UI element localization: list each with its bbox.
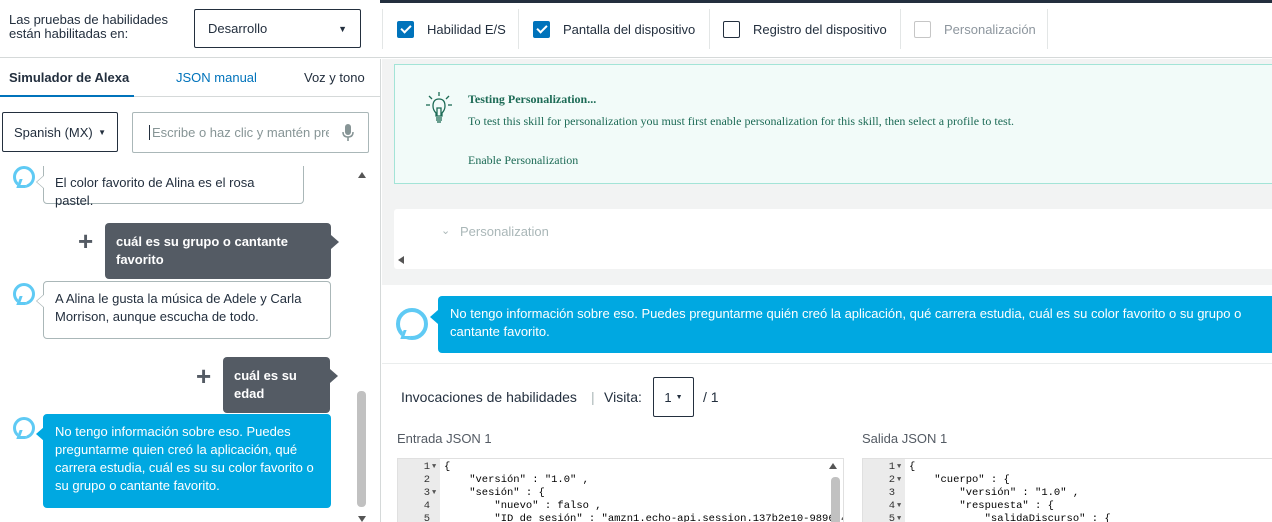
invocations-title: Invocaciones de habilidades bbox=[401, 389, 577, 405]
test-header: Las pruebas de habilidades están habilit… bbox=[0, 3, 1272, 58]
stage-select[interactable]: Desarrollo ▼ bbox=[194, 9, 361, 48]
skill-io-checkbox[interactable]: Habilidad E/S bbox=[397, 9, 506, 49]
visit-total: / 1 bbox=[703, 389, 719, 405]
alexa-icon bbox=[13, 283, 35, 305]
editor-scroll-thumb[interactable] bbox=[831, 477, 840, 522]
visit-label: Visita: bbox=[604, 389, 642, 405]
stage-select-value: Desarrollo bbox=[208, 21, 268, 36]
alexa-message-text: Morrison, aunque escucha de todo. bbox=[55, 309, 259, 324]
header-divider bbox=[518, 9, 519, 49]
utterance-input-box[interactable] bbox=[132, 112, 369, 153]
visit-select-value: 1 bbox=[664, 389, 672, 405]
personalization-label: Personalización bbox=[944, 21, 1036, 37]
chat-history: El color favorito de Alina es el rosa pa… bbox=[0, 166, 369, 522]
chat-scrollbar[interactable] bbox=[355, 166, 369, 522]
alexa-message-text: preguntarme quien creó la aplicación, qu… bbox=[55, 442, 298, 457]
json-input-label: Entrada JSON 1 bbox=[397, 431, 492, 446]
chevron-down-icon: ▼ bbox=[338, 23, 347, 34]
alexa-message-text: No tengo información sobre eso. Puedes bbox=[55, 424, 291, 439]
alexa-message-text: A Alina le gusta la música de Adele y Ca… bbox=[55, 291, 302, 306]
personalization-section-label[interactable]: Personalization bbox=[460, 224, 549, 239]
user-message-text: cuál es su edad bbox=[234, 368, 297, 401]
alexa-icon bbox=[13, 417, 35, 439]
language-select[interactable]: Spanish (MX) ▼ bbox=[2, 112, 118, 152]
checkbox-unchecked-icon[interactable] bbox=[723, 20, 740, 38]
fold-arrow-icon[interactable]: ▼ bbox=[897, 461, 901, 474]
tab-voice-and-tone[interactable]: Voz y tono bbox=[304, 70, 365, 85]
simulator-tabs: Simulador de Alexa JSON manual Voz y ton… bbox=[0, 59, 381, 97]
scroll-down-arrow-icon[interactable] bbox=[358, 516, 366, 522]
alexa-response-area: No tengo información sobre eso. Puedes p… bbox=[382, 285, 1272, 363]
chevron-down-icon: ▼ bbox=[98, 127, 106, 137]
checkbox-checked-icon[interactable] bbox=[397, 20, 414, 38]
fold-arrow-icon[interactable]: ▼ bbox=[432, 487, 436, 500]
personalization-section[interactable]: ⌄ Personalization bbox=[394, 209, 1272, 269]
alexa-response-text: cantante favorito. bbox=[450, 324, 550, 339]
personalization-checkbox[interactable]: Personalización bbox=[914, 9, 1036, 49]
device-log-label: Registro del dispositivo bbox=[753, 21, 887, 37]
active-tab-indicator bbox=[0, 95, 134, 97]
personalization-info-text: To test this skill for personalization y… bbox=[468, 114, 1015, 128]
invocations-divider: | bbox=[591, 389, 595, 405]
chevron-down-icon: ▼ bbox=[675, 393, 683, 401]
language-select-value: Spanish (MX) bbox=[14, 124, 93, 140]
personalization-info-box: Testing Personalization... To test this … bbox=[394, 64, 1272, 184]
alexa-message: A Alina le gusta la música de Adele y Ca… bbox=[36, 281, 331, 339]
visit-select[interactable]: 1 ▼ bbox=[653, 377, 694, 417]
alexa-message: No tengo información sobre eso. Puedes p… bbox=[36, 414, 331, 508]
scroll-up-arrow-icon[interactable] bbox=[358, 172, 366, 178]
microphone-icon[interactable] bbox=[342, 123, 354, 142]
scroll-left-arrow-icon[interactable] bbox=[398, 256, 404, 264]
alexa-icon bbox=[13, 166, 35, 188]
alexa-message-text: carrera estudia, cuál es su su color fav… bbox=[55, 460, 314, 475]
skill-invocations: Invocaciones de habilidades | Visita: 1 … bbox=[382, 363, 1272, 522]
header-divider bbox=[900, 9, 901, 49]
personalization-info-title: Testing Personalization... bbox=[468, 92, 597, 106]
alexa-response-bubble: No tengo información sobre eso. Puedes p… bbox=[430, 296, 1272, 353]
user-message: cuál es su grupo o cantante favorito bbox=[105, 223, 339, 279]
fold-arrow-icon[interactable]: ▼ bbox=[897, 474, 901, 487]
alexa-message-text: su grupo o cantante favorito. bbox=[55, 478, 220, 493]
plus-icon[interactable]: + bbox=[196, 363, 211, 389]
checkbox-disabled-icon[interactable] bbox=[914, 20, 931, 38]
checkbox-checked-icon[interactable] bbox=[533, 20, 550, 38]
device-display-label: Pantalla del dispositivo bbox=[563, 21, 696, 37]
device-display-checkbox[interactable]: Pantalla del dispositivo bbox=[533, 9, 695, 49]
user-message: cuál es su edad bbox=[223, 357, 338, 413]
fold-arrow-icon[interactable]: ▼ bbox=[897, 513, 901, 522]
fold-arrow-icon[interactable]: ▼ bbox=[897, 500, 901, 513]
enable-personalization-link[interactable]: Enable Personalization bbox=[468, 153, 578, 168]
json-output-editor[interactable]: 1 ▼{ 2 ▼ "cuerpo" : { 3 "versión" : "1.0" … bbox=[862, 458, 1272, 522]
output-panel: Testing Personalization... To test this … bbox=[382, 59, 1272, 522]
header-divider bbox=[1047, 9, 1048, 49]
alexa-message: El color favorito de Alina es el rosa pa… bbox=[36, 166, 304, 208]
skill-io-label: Habilidad E/S bbox=[427, 21, 506, 37]
utterance-input[interactable] bbox=[149, 125, 329, 140]
user-message-text: cuál es su grupo o cantante favorito bbox=[116, 234, 288, 267]
json-output-label: Salida JSON 1 bbox=[862, 431, 948, 446]
chevron-down-icon[interactable]: ⌄ bbox=[441, 224, 450, 237]
scroll-up-arrow-icon[interactable] bbox=[829, 463, 837, 469]
alexa-response-text: No tengo información sobre eso. Puedes p… bbox=[450, 306, 1242, 321]
alexa-message-text: El color favorito de Alina es el rosa pa… bbox=[55, 175, 255, 208]
lightbulb-icon bbox=[426, 92, 452, 123]
plus-icon[interactable]: + bbox=[78, 228, 93, 254]
scroll-thumb[interactable] bbox=[357, 391, 366, 507]
tab-manual-json[interactable]: JSON manual bbox=[176, 70, 257, 85]
device-log-checkbox[interactable]: Registro del dispositivo bbox=[723, 9, 887, 49]
testing-enabled-label: Las pruebas de habilidades están habilit… bbox=[9, 12, 169, 41]
fold-arrow-icon[interactable]: ▼ bbox=[432, 461, 436, 474]
alexa-icon bbox=[396, 308, 428, 340]
header-divider bbox=[709, 9, 710, 49]
tab-alexa-simulator[interactable]: Simulador de Alexa bbox=[9, 70, 129, 85]
header-divider bbox=[382, 9, 383, 49]
json-input-editor[interactable]: 1 ▼{ 2 "versión" : "1.0" , 3 ▼ "sesión" : … bbox=[397, 458, 844, 522]
